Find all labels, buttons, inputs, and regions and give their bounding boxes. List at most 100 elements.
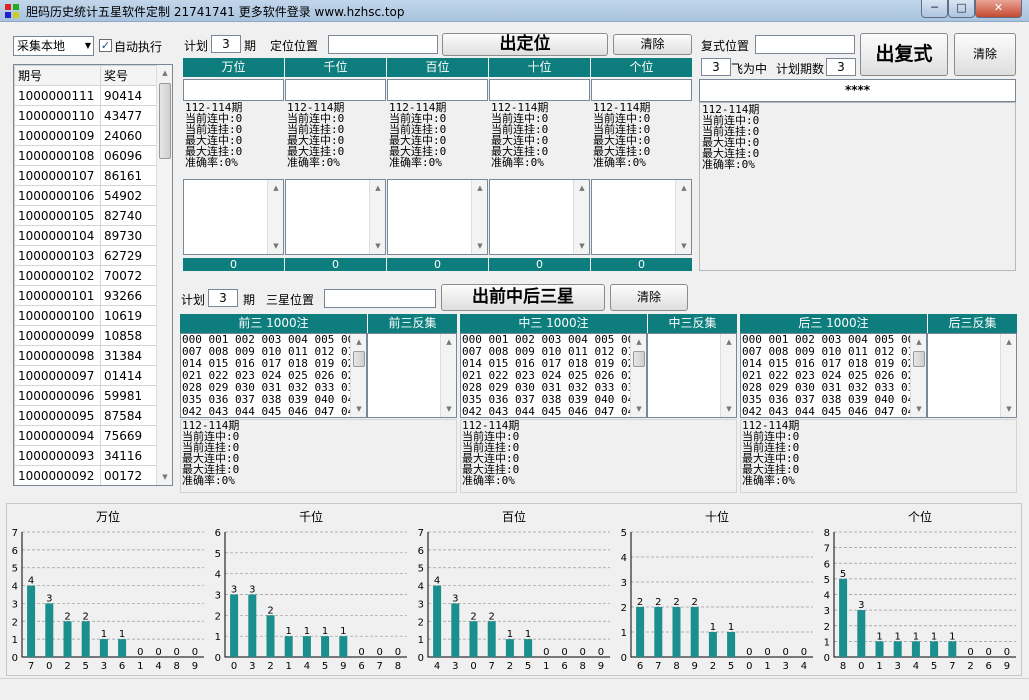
fly-input[interactable]: 3: [701, 58, 731, 76]
pos-scrollbar[interactable]: ▲ ▼: [573, 180, 589, 254]
scroll-down-icon[interactable]: ▼: [472, 238, 488, 254]
scroll-up-icon[interactable]: ▲: [472, 180, 488, 196]
anti-list[interactable]: ▲ ▼: [927, 333, 1017, 418]
pos-textarea[interactable]: ▲ ▼: [387, 179, 488, 255]
minimize-button[interactable]: ─: [921, 0, 948, 18]
table-row[interactable]: 1000000109 24060: [14, 125, 157, 146]
table-row[interactable]: 1000000106 54902: [14, 185, 157, 206]
three-clear-button[interactable]: 清除: [610, 284, 688, 311]
scroll-down-icon[interactable]: ▼: [721, 401, 737, 417]
pos-stats: 112-114期 当前连中:0 当前连挂:0 最大连中:0 最大连挂:0 准确率…: [593, 101, 651, 169]
pos-textarea[interactable]: ▲ ▼: [591, 179, 692, 255]
table-row[interactable]: 1000000110 43477: [14, 105, 157, 126]
source-select[interactable]: 采集本地 ▼: [13, 36, 94, 56]
anti-list[interactable]: ▲ ▼: [647, 333, 737, 418]
pos-result-field[interactable]: [591, 79, 692, 101]
scroll-thumb[interactable]: [913, 351, 925, 367]
pos-result-field[interactable]: [489, 79, 590, 101]
table-row[interactable]: 1000000099 10858: [14, 325, 157, 346]
bar-value-label: 0: [986, 647, 992, 658]
scroll-up-icon[interactable]: ▲: [157, 65, 172, 81]
pos-textarea[interactable]: ▲ ▼: [183, 179, 284, 255]
scroll-thumb[interactable]: [159, 83, 171, 159]
multi-pos-input[interactable]: [755, 35, 855, 54]
scroll-down-icon[interactable]: ▼: [631, 401, 647, 417]
auto-exec-checkbox[interactable]: ✓: [99, 39, 112, 52]
combo-list[interactable]: 000 001 002 003 004 005 006 007 008 009 …: [460, 333, 647, 418]
multi-button[interactable]: 出复式: [860, 33, 948, 76]
table-row[interactable]: 1000000103 62729: [14, 245, 157, 266]
pos-textarea[interactable]: ▲ ▼: [489, 179, 590, 255]
table-row[interactable]: 1000000097 01414: [14, 365, 157, 386]
plan-input[interactable]: 3: [211, 35, 241, 53]
table-row[interactable]: 1000000102 70072: [14, 265, 157, 286]
table-row[interactable]: 1000000100 10619: [14, 305, 157, 326]
pos-input[interactable]: [328, 35, 438, 54]
pos-scrollbar[interactable]: ▲ ▼: [471, 180, 487, 254]
maximize-button[interactable]: □: [948, 0, 975, 18]
locate-clear-button[interactable]: 清除: [613, 34, 692, 55]
table-row[interactable]: 1000000094 75669: [14, 425, 157, 446]
x-tick-label: 2: [710, 661, 716, 671]
table-row[interactable]: 1000000108 06096: [14, 145, 157, 166]
x-tick-label: 4: [801, 661, 807, 671]
combo-list[interactable]: 000 001 002 003 004 005 006 007 008 009 …: [740, 333, 927, 418]
combo-scrollbar[interactable]: ▲ ▼: [910, 334, 926, 417]
scroll-up-icon[interactable]: ▲: [721, 334, 737, 350]
plan-periods-input[interactable]: 3: [826, 58, 856, 76]
scroll-down-icon[interactable]: ▼: [911, 401, 927, 417]
scroll-down-icon[interactable]: ▼: [441, 401, 457, 417]
scroll-up-icon[interactable]: ▲: [911, 334, 927, 350]
table-row[interactable]: 1000000104 89730: [14, 225, 157, 246]
pos-scrollbar[interactable]: ▲ ▼: [675, 180, 691, 254]
table-row[interactable]: 1000000096 59981: [14, 385, 157, 406]
scroll-down-icon[interactable]: ▼: [351, 401, 367, 417]
three-pos-input[interactable]: [324, 289, 436, 308]
scroll-up-icon[interactable]: ▲: [574, 180, 590, 196]
scroll-thumb[interactable]: [633, 351, 645, 367]
scroll-down-icon[interactable]: ▼: [268, 238, 284, 254]
pos-textarea[interactable]: ▲ ▼: [285, 179, 386, 255]
table-row[interactable]: 1000000092 00172: [14, 465, 157, 485]
multi-stats: 112-114期 当前连中:0 当前连挂:0 最大连中:0 最大连挂:0 准确率…: [702, 103, 760, 171]
close-button[interactable]: ✕: [975, 0, 1022, 18]
pos-result-field[interactable]: [285, 79, 386, 101]
pos-scrollbar[interactable]: ▲ ▼: [369, 180, 385, 254]
anti-scrollbar[interactable]: ▲ ▼: [1000, 334, 1016, 417]
multi-clear-button[interactable]: 清除: [954, 33, 1016, 76]
table-row[interactable]: 1000000101 93266: [14, 285, 157, 306]
three-plan-input[interactable]: 3: [208, 289, 238, 307]
scroll-up-icon[interactable]: ▲: [268, 180, 284, 196]
scroll-thumb[interactable]: [353, 351, 365, 367]
table-row[interactable]: 1000000105 82740: [14, 205, 157, 226]
scroll-down-icon[interactable]: ▼: [574, 238, 590, 254]
table-row[interactable]: 1000000093 34116: [14, 445, 157, 466]
combo-list[interactable]: 000 001 002 003 004 005 006 007 008 009 …: [180, 333, 367, 418]
scroll-up-icon[interactable]: ▲: [631, 334, 647, 350]
scroll-up-icon[interactable]: ▲: [351, 334, 367, 350]
scroll-up-icon[interactable]: ▲: [370, 180, 386, 196]
anti-scrollbar[interactable]: ▲ ▼: [440, 334, 456, 417]
history-table[interactable]: 期号 奖号 1000000111 90414 1000000110 43477 1000…: [13, 64, 173, 486]
pos-scrollbar[interactable]: ▲ ▼: [267, 180, 283, 254]
scroll-down-icon[interactable]: ▼: [370, 238, 386, 254]
history-scrollbar[interactable]: ▲ ▼: [156, 65, 172, 485]
table-row[interactable]: 1000000098 31384: [14, 345, 157, 366]
anti-scrollbar[interactable]: ▲ ▼: [720, 334, 736, 417]
scroll-up-icon[interactable]: ▲: [1001, 334, 1017, 350]
scroll-down-icon[interactable]: ▼: [1001, 401, 1017, 417]
locate-button[interactable]: 出定位: [442, 33, 608, 56]
scroll-down-icon[interactable]: ▼: [676, 238, 692, 254]
three-star-button[interactable]: 出前中后三星: [441, 284, 605, 311]
scroll-down-icon[interactable]: ▼: [157, 469, 172, 485]
table-row[interactable]: 1000000095 87584: [14, 405, 157, 426]
combo-scrollbar[interactable]: ▲ ▼: [350, 334, 366, 417]
pos-result-field[interactable]: [387, 79, 488, 101]
scroll-up-icon[interactable]: ▲: [676, 180, 692, 196]
combo-scrollbar[interactable]: ▲ ▼: [630, 334, 646, 417]
pos-result-field[interactable]: [183, 79, 284, 101]
anti-list[interactable]: ▲ ▼: [367, 333, 457, 418]
table-row[interactable]: 1000000107 86161: [14, 165, 157, 186]
table-row[interactable]: 1000000111 90414: [14, 85, 157, 106]
scroll-up-icon[interactable]: ▲: [441, 334, 457, 350]
